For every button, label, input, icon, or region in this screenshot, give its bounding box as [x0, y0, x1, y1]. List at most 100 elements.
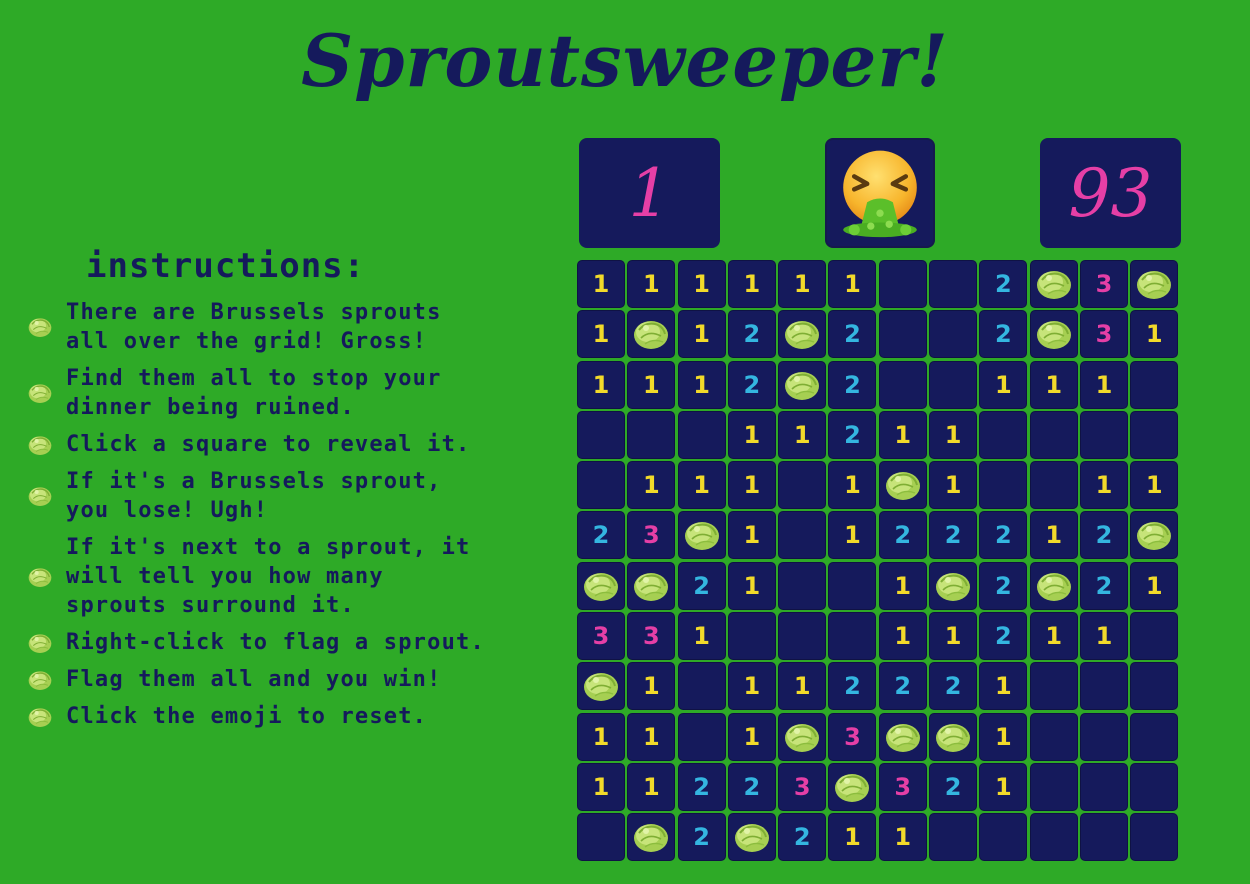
- grid-cell[interactable]: 2: [878, 511, 927, 560]
- grid-cell[interactable]: 1: [577, 310, 625, 359]
- grid-cell[interactable]: 1: [1130, 310, 1179, 359]
- grid-cell[interactable]: [929, 813, 978, 862]
- grid-cell[interactable]: [1079, 662, 1128, 711]
- grid-cell[interactable]: 2: [1079, 561, 1128, 610]
- grid-cell[interactable]: 1: [577, 762, 625, 811]
- grid-cell[interactable]: [577, 561, 625, 610]
- grid-cell[interactable]: 1: [929, 461, 978, 510]
- grid-cell[interactable]: 1: [778, 260, 827, 308]
- grid-cell[interactable]: 3: [828, 712, 877, 761]
- grid-cell[interactable]: [627, 561, 676, 610]
- grid-cell[interactable]: 1: [979, 712, 1028, 761]
- grid-cell[interactable]: 2: [727, 762, 776, 811]
- grid-cell[interactable]: 1: [778, 410, 827, 459]
- grid-cell[interactable]: [929, 712, 978, 761]
- grid-cell[interactable]: [1029, 310, 1078, 359]
- grid-cell[interactable]: 3: [878, 762, 927, 811]
- grid-cell[interactable]: [677, 712, 726, 761]
- grid-cell[interactable]: 1: [1029, 612, 1078, 661]
- grid-cell[interactable]: 1: [627, 762, 676, 811]
- grid-cell[interactable]: 1: [878, 410, 927, 459]
- grid-cell[interactable]: 1: [677, 260, 726, 308]
- grid-cell[interactable]: 1: [979, 360, 1028, 409]
- grid-cell[interactable]: [778, 511, 827, 560]
- grid-cell[interactable]: 1: [828, 461, 877, 510]
- grid-cell[interactable]: 1: [577, 712, 625, 761]
- grid-cell[interactable]: 3: [627, 511, 676, 560]
- grid-cell[interactable]: 1: [627, 662, 676, 711]
- grid-cell[interactable]: 1: [1029, 511, 1078, 560]
- grid-cell[interactable]: 2: [979, 511, 1028, 560]
- grid-cell[interactable]: 2: [929, 511, 978, 560]
- grid-cell[interactable]: 2: [979, 310, 1028, 359]
- grid-cell[interactable]: [1130, 260, 1179, 308]
- grid-cell[interactable]: [1029, 260, 1078, 308]
- grid-cell[interactable]: 1: [577, 360, 625, 409]
- grid-cell[interactable]: [1130, 360, 1179, 409]
- grid-cell[interactable]: 1: [627, 461, 676, 510]
- grid-cell[interactable]: [577, 813, 625, 862]
- grid-cell[interactable]: [1079, 762, 1128, 811]
- grid-cell[interactable]: 1: [627, 712, 676, 761]
- grid-cell[interactable]: 1: [727, 511, 776, 560]
- grid-cell[interactable]: [1029, 813, 1078, 862]
- grid-cell[interactable]: 1: [778, 662, 827, 711]
- grid-cell[interactable]: [828, 561, 877, 610]
- grid-cell[interactable]: 1: [828, 511, 877, 560]
- grid-cell[interactable]: [778, 360, 827, 409]
- grid-cell[interactable]: 1: [979, 762, 1028, 811]
- grid-cell[interactable]: [878, 461, 927, 510]
- grid-cell[interactable]: [1029, 712, 1078, 761]
- grid-cell[interactable]: 1: [929, 410, 978, 459]
- grid-cell[interactable]: [1029, 762, 1078, 811]
- grid-cell[interactable]: [878, 310, 927, 359]
- grid-cell[interactable]: 2: [979, 260, 1028, 308]
- grid-cell[interactable]: 2: [929, 762, 978, 811]
- grid-cell[interactable]: [778, 712, 827, 761]
- grid-cell[interactable]: 2: [979, 612, 1028, 661]
- grid-cell[interactable]: 2: [878, 662, 927, 711]
- grid-cell[interactable]: [929, 360, 978, 409]
- grid-cell[interactable]: [878, 260, 927, 308]
- reset-button[interactable]: [825, 138, 935, 248]
- grid-cell[interactable]: 2: [828, 360, 877, 409]
- grid-cell[interactable]: [1130, 662, 1179, 711]
- grid-cell[interactable]: [929, 310, 978, 359]
- grid-cell[interactable]: [828, 612, 877, 661]
- grid-cell[interactable]: 1: [979, 662, 1028, 711]
- grid-cell[interactable]: 1: [677, 612, 726, 661]
- grid-cell[interactable]: [828, 762, 877, 811]
- grid-cell[interactable]: 1: [878, 813, 927, 862]
- grid-cell[interactable]: [727, 813, 776, 862]
- grid-cell[interactable]: 1: [727, 561, 776, 610]
- grid-cell[interactable]: [1079, 712, 1128, 761]
- grid-cell[interactable]: [778, 461, 827, 510]
- grid-cell[interactable]: [1079, 410, 1128, 459]
- grid-cell[interactable]: [1029, 461, 1078, 510]
- grid-cell[interactable]: [1029, 410, 1078, 459]
- grid-cell[interactable]: [778, 561, 827, 610]
- grid-cell[interactable]: 1: [727, 260, 776, 308]
- grid-cell[interactable]: 1: [878, 561, 927, 610]
- grid-cell[interactable]: 1: [727, 410, 776, 459]
- grid-cell[interactable]: 1: [677, 461, 726, 510]
- grid-cell[interactable]: 1: [828, 260, 877, 308]
- grid-cell[interactable]: [677, 662, 726, 711]
- grid-cell[interactable]: 2: [828, 310, 877, 359]
- grid-cell[interactable]: [677, 410, 726, 459]
- grid-cell[interactable]: 3: [1079, 260, 1128, 308]
- grid-cell[interactable]: [979, 410, 1028, 459]
- grid-cell[interactable]: 1: [1130, 461, 1179, 510]
- grid-cell[interactable]: [1130, 410, 1179, 459]
- grid-cell[interactable]: 1: [627, 360, 676, 409]
- grid-cell[interactable]: [727, 612, 776, 661]
- grid-cell[interactable]: [979, 813, 1028, 862]
- grid-cell[interactable]: 2: [727, 360, 776, 409]
- grid-cell[interactable]: 2: [677, 813, 726, 862]
- grid-cell[interactable]: [627, 813, 676, 862]
- grid-cell[interactable]: 2: [1079, 511, 1128, 560]
- grid-cell[interactable]: 2: [727, 310, 776, 359]
- grid-cell[interactable]: 1: [878, 612, 927, 661]
- grid-cell[interactable]: 1: [1079, 612, 1128, 661]
- grid-cell[interactable]: 1: [727, 712, 776, 761]
